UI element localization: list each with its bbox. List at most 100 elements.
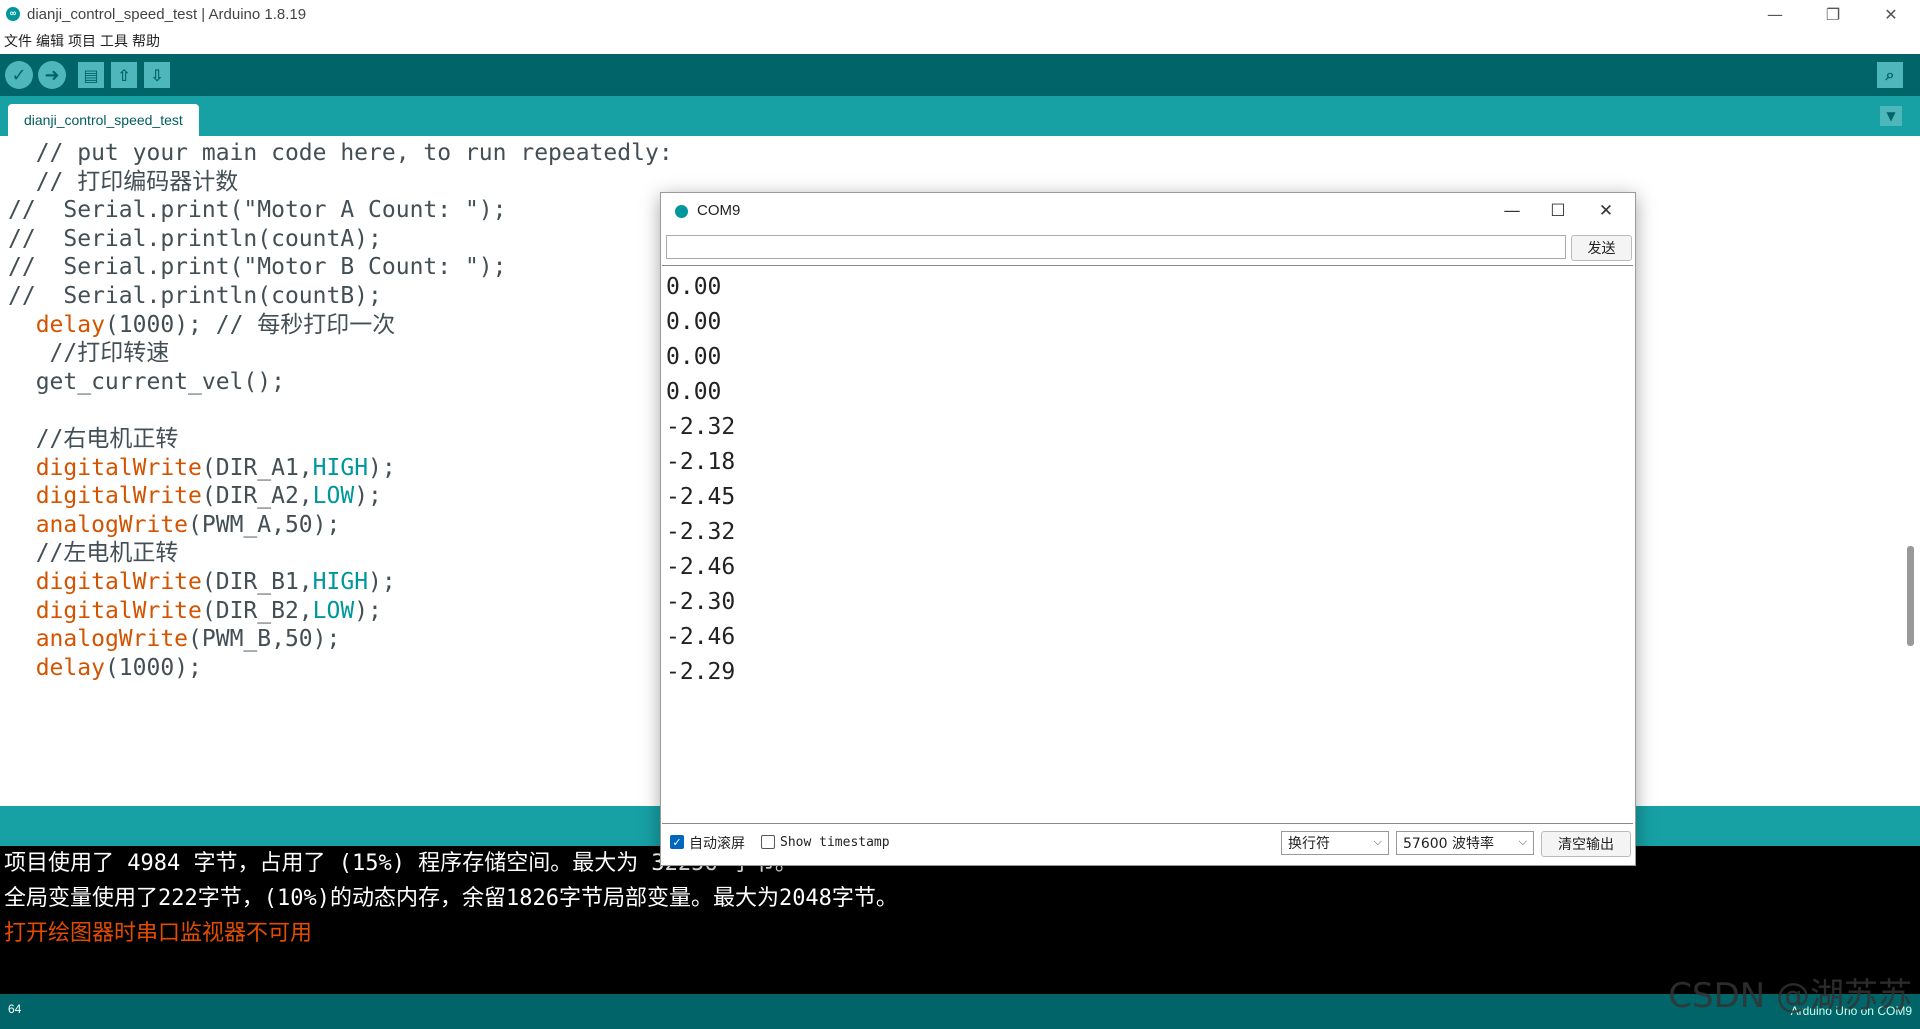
timestamp-label: Show timestamp bbox=[780, 835, 890, 850]
serial-output-line: 0.00 bbox=[666, 379, 722, 405]
serial-monitor-title-bar: COM9 — ☐ ✕ bbox=[661, 193, 1635, 229]
serial-output[interactable]: 0.00 0.00 0.00 0.00 -2.32 -2.18 -2.45 -2.32 -2.4… bbox=[662, 265, 1633, 824]
menu-file[interactable]: 文件 bbox=[4, 31, 32, 51]
autoscroll-label: 自动滚屏 bbox=[689, 836, 745, 852]
arrow-up-icon: ⇧ bbox=[117, 65, 131, 85]
code-line: get_current_vel(); bbox=[8, 365, 285, 400]
window-title: dianji_control_speed_test | Arduino 1.8.… bbox=[27, 5, 307, 23]
baud-rate-select[interactable]: 57600 波特率 ⌵ bbox=[1396, 831, 1534, 855]
code-token: (DIR_B2, bbox=[201, 597, 313, 624]
serial-output-line: -2.32 bbox=[666, 414, 736, 440]
serial-output-line: -2.18 bbox=[666, 449, 736, 475]
code-token: // Serial.println(countA); bbox=[8, 225, 382, 252]
chevron-down-icon: ▼ bbox=[1886, 109, 1896, 123]
code-token: (DIR_B1, bbox=[201, 569, 313, 595]
code-token: LOW bbox=[312, 597, 355, 624]
menu-bar: 文件 编辑 项目 工具 帮助 bbox=[0, 28, 1920, 54]
serial-output-line: -2.46 bbox=[666, 554, 736, 580]
serial-output-line: 0.00 bbox=[666, 344, 722, 370]
menu-edit[interactable]: 编辑 bbox=[36, 31, 64, 51]
serial-monitor-button[interactable]: ⌕ bbox=[1877, 62, 1903, 88]
menu-tools[interactable]: 工具 bbox=[100, 31, 128, 51]
code-token: // Serial.print("Motor A Count: "); bbox=[8, 197, 507, 224]
code-token: (1000); bbox=[104, 654, 202, 681]
window-controls: — ❐ ✕ bbox=[1746, 0, 1920, 28]
clear-output-button[interactable]: 清空输出 bbox=[1541, 831, 1631, 857]
code-token: get_current_vel(); bbox=[8, 368, 285, 395]
code-token: digitalWrite bbox=[35, 569, 202, 595]
code-token: digitalWrite bbox=[35, 454, 202, 481]
chevron-down-icon: ⌵ bbox=[1373, 835, 1382, 848]
code-token: //左电机正转 bbox=[8, 540, 179, 567]
code-token: // Serial.print("Motor B Count: "); bbox=[8, 254, 507, 281]
code-line: delay(1000); bbox=[8, 651, 202, 686]
code-token: delay bbox=[35, 654, 105, 681]
timestamp-checkbox[interactable] bbox=[761, 835, 775, 849]
line-number: 64 bbox=[8, 1002, 22, 1016]
code-token: analogWrite bbox=[35, 511, 189, 538]
editor-scrollbar[interactable] bbox=[1907, 546, 1914, 646]
tab-menu-button[interactable]: ▼ bbox=[1880, 106, 1902, 126]
code-token: delay bbox=[35, 311, 105, 338]
serial-output-line: -2.32 bbox=[666, 519, 736, 545]
close-icon[interactable]: ✕ bbox=[1583, 197, 1629, 225]
code-token: analogWrite bbox=[35, 626, 189, 653]
code-token: ); bbox=[368, 569, 396, 595]
code-token: ); bbox=[354, 597, 382, 624]
send-button[interactable]: 发送 bbox=[1571, 235, 1632, 261]
serial-output-line: -2.30 bbox=[666, 589, 736, 615]
code-token: // 打印编码器计数 bbox=[8, 168, 239, 195]
menu-sketch[interactable]: 项目 bbox=[68, 31, 96, 51]
line-ending-value: 换行符 bbox=[1288, 836, 1330, 852]
upload-button[interactable]: ➜ bbox=[38, 61, 66, 89]
arrow-down-icon: ⇩ bbox=[150, 65, 164, 85]
code-token: //右电机正转 bbox=[8, 426, 179, 452]
close-icon[interactable]: ✕ bbox=[1862, 0, 1920, 28]
code-token: HIGH bbox=[312, 454, 369, 481]
serial-monitor-title: COM9 bbox=[697, 202, 741, 219]
line-ending-select[interactable]: 换行符 ⌵ bbox=[1281, 831, 1389, 855]
verify-button[interactable]: ✓ bbox=[5, 61, 33, 89]
title-bar: ∞ dianji_control_speed_test | Arduino 1.… bbox=[0, 0, 1920, 28]
minimize-icon[interactable]: — bbox=[1746, 0, 1804, 28]
console-output: 项目使用了 4984 字节，占用了 (15%) 程序存储空间。最大为 32256… bbox=[0, 846, 1920, 994]
serial-output-line: -2.46 bbox=[666, 624, 736, 650]
serial-output-line: -2.29 bbox=[666, 659, 736, 685]
toolbar: ✓ ➜ ▤ ⇧ ⇩ ⌕ bbox=[0, 54, 1920, 96]
restore-icon[interactable]: ❐ bbox=[1804, 0, 1862, 28]
arduino-logo-icon bbox=[675, 205, 688, 218]
console-line: 打开绘图器时串口监视器不可用 bbox=[4, 921, 313, 946]
code-token: ); bbox=[354, 483, 382, 510]
code-token: HIGH bbox=[312, 569, 369, 595]
maximize-icon[interactable]: ☐ bbox=[1535, 197, 1581, 225]
tab-bar: dianji_control_speed_test ▼ bbox=[0, 96, 1920, 136]
chevron-down-icon: ⌵ bbox=[1518, 835, 1527, 848]
menu-help[interactable]: 帮助 bbox=[132, 31, 160, 51]
code-token: digitalWrite bbox=[35, 483, 202, 510]
open-button[interactable]: ⇧ bbox=[111, 62, 137, 88]
save-button[interactable]: ⇩ bbox=[144, 62, 170, 88]
serial-send-input[interactable] bbox=[666, 235, 1566, 259]
code-token: ); bbox=[368, 454, 396, 481]
magnifier-icon: ⌕ bbox=[1885, 65, 1895, 84]
code-token: (PWM_A,50); bbox=[188, 511, 341, 538]
tab-sketch[interactable]: dianji_control_speed_test bbox=[8, 104, 199, 136]
code-token: LOW bbox=[312, 483, 355, 510]
code-token: // Serial.println(countB); bbox=[8, 283, 382, 309]
autoscroll-checkbox[interactable]: ✓ bbox=[670, 835, 684, 849]
baud-rate-value: 57600 波特率 bbox=[1403, 836, 1494, 852]
check-icon: ✓ bbox=[672, 835, 682, 849]
code-token: // put your main code here, to run repea… bbox=[8, 140, 673, 166]
minimize-icon[interactable]: — bbox=[1489, 197, 1535, 225]
new-button[interactable]: ▤ bbox=[78, 62, 104, 88]
console-line: 全局变量使用了222字节，(10%)的动态内存，余留1826字节局部变量。最大为… bbox=[4, 886, 898, 911]
code-token: (PWM_B,50); bbox=[188, 626, 341, 653]
code-token: digitalWrite bbox=[35, 597, 202, 624]
